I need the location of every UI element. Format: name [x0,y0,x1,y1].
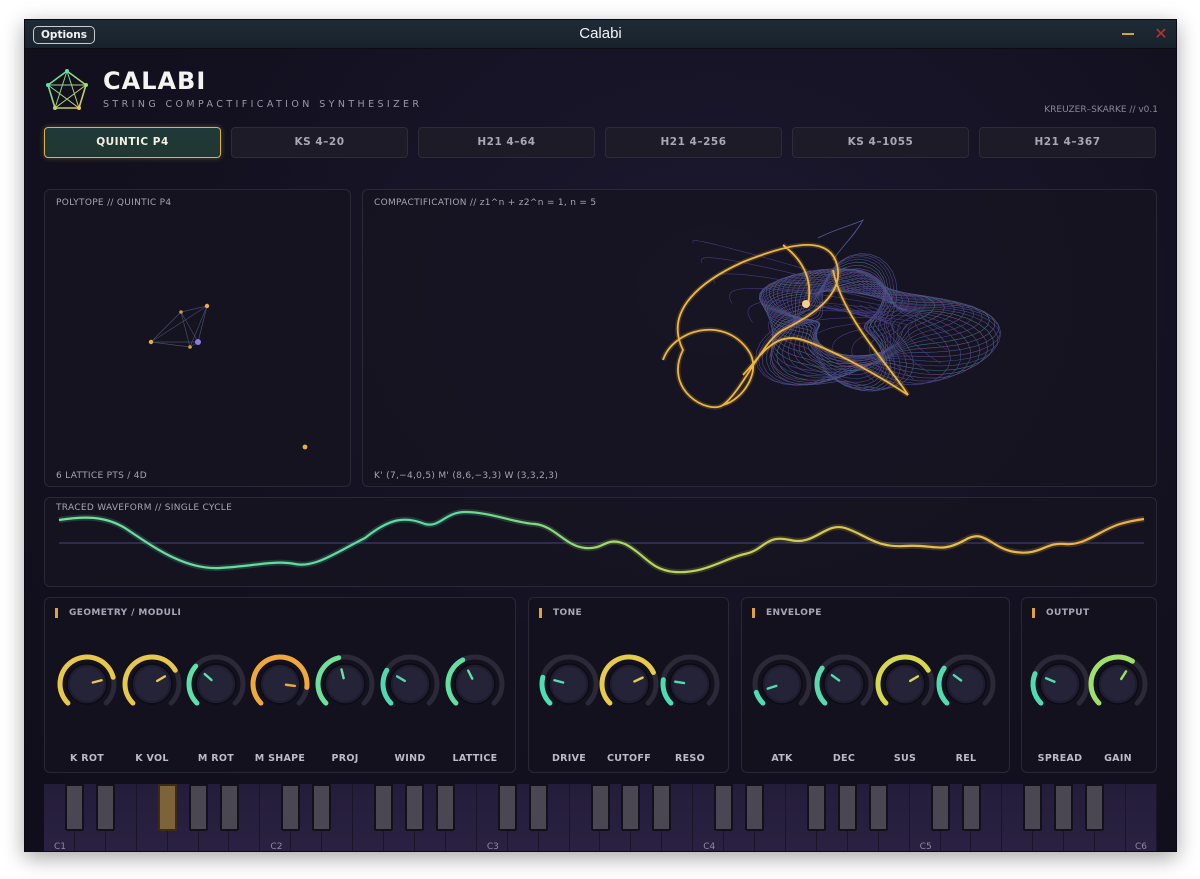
brand-subtitle: STRING COMPACTIFICATION SYNTHESIZER [103,99,423,110]
preset-h21-4-256[interactable]: H21 4–256 [605,127,782,158]
brand-name: CALABI [103,67,207,95]
black-key[interactable] [652,784,672,831]
black-key[interactable] [157,784,177,831]
black-key[interactable] [868,784,888,831]
polytope-logo-icon [46,69,88,110]
black-key[interactable] [1054,784,1074,831]
black-key[interactable] [95,784,115,831]
knob-k-vol[interactable] [120,652,184,716]
knob-wind[interactable] [378,652,442,716]
black-key[interactable] [930,784,950,831]
black-key[interactable] [528,784,548,831]
knob-m-rot[interactable] [184,652,248,716]
knob-label: M SHAPE [254,753,306,764]
preset-ks-4-20[interactable]: KS 4–20 [231,127,408,158]
waveform-view [58,508,1145,576]
black-key[interactable] [590,784,610,831]
knob-reso[interactable] [658,652,722,716]
knob-label: GAIN [1104,753,1132,764]
waveform-panel: TRACED WAVEFORM // SINGLE CYCLE [44,497,1157,587]
black-key[interactable] [806,784,826,831]
knob-label: M ROT [197,753,235,764]
octave-label: C3 [486,842,499,852]
knob-drive[interactable] [537,652,601,716]
knob-label: DRIVE [551,753,587,764]
knob-label: SPREAD [1037,753,1083,764]
knob-cutoff[interactable] [597,652,661,716]
knob-label: DEC [832,753,856,764]
main-content: CALABI STRING COMPACTIFICATION SYNTHESIZ… [25,49,1176,852]
preset-h21-4-367[interactable]: H21 4–367 [979,127,1156,158]
black-key[interactable] [64,784,84,831]
knob-atk[interactable] [750,652,814,716]
black-key[interactable] [219,784,239,831]
window-title: Calabi [579,25,622,42]
preset-quintic-p4[interactable]: QUINTIC P4 [44,127,221,158]
black-key[interactable] [621,784,641,831]
knob-label: ATK [771,753,793,764]
knob-dec[interactable] [812,652,876,716]
section-title: OUTPUT [1032,608,1090,618]
octave-label: C1 [54,842,67,852]
preset-ks-4-1055[interactable]: KS 4–1055 [792,127,969,158]
black-key[interactable] [312,784,332,831]
knob-k-rot[interactable] [55,652,119,716]
preset-h21-4-64[interactable]: H21 4–64 [418,127,595,158]
close-icon[interactable]: ✕ [1153,24,1169,44]
knob-label: LATTICE [452,753,498,764]
compactification-footer: K' (7,−4,0,5) M' (8,6,−3,3) W (3,3,2,3) [374,471,559,481]
black-key[interactable] [188,784,208,831]
knob-label: RESO [675,753,705,764]
knob-gain[interactable] [1086,652,1150,716]
knob-proj[interactable] [313,652,377,716]
knob-m-shape[interactable] [248,652,312,716]
polytope-view[interactable] [45,190,352,488]
octave-label: C2 [270,842,283,852]
section-title: ENVELOPE [752,608,822,618]
knob-label: CUTOFF [606,753,652,764]
black-key[interactable] [714,784,734,831]
black-key[interactable] [837,784,857,831]
section-title: TONE [539,608,582,618]
title-bar: Options Calabi ✕ [25,20,1176,49]
calabi-yau-manifold-view[interactable] [363,190,1158,488]
octave-label: C6 [1135,842,1148,852]
black-key[interactable] [961,784,981,831]
polytope-panel[interactable]: POLYTOPE // QUINTIC P4 6 LATTICE PTS / 4… [44,189,351,487]
app-window: Options Calabi ✕ CALABI STRING COMPACTIF… [24,19,1177,852]
octave-label: C5 [919,842,932,852]
version-label: KREUZER–SKARKE // v0.1 [1044,105,1158,115]
output-section: OUTPUT SPREAD GAIN [1021,597,1157,773]
piano-keyboard[interactable]: C1 C2 C3 C4 C5 C6 [44,784,1157,852]
black-key[interactable] [1085,784,1105,831]
black-key[interactable] [745,784,765,831]
octave-label: C4 [703,842,716,852]
knob-label: K VOL [135,753,169,764]
knob-label: WIND [394,753,426,764]
knob-sus[interactable] [873,652,937,716]
knob-label: REL [955,753,977,764]
knob-label: K ROT [69,753,105,764]
polytope-footer: 6 LATTICE PTS / 4D [56,471,148,481]
black-key[interactable] [497,784,517,831]
black-key[interactable] [435,784,455,831]
black-key[interactable] [374,784,394,831]
black-key[interactable] [1023,784,1043,831]
tone-section: TONE DRIVE CUTOFF RESO [528,597,729,773]
envelope-section: ENVELOPE ATK DEC SUS REL [741,597,1010,773]
knob-label: PROJ [331,753,359,764]
geometry-moduli-section: GEOMETRY / MODULI K ROT K VOL M ROT M SH… [44,597,516,773]
knob-label: SUS [893,753,917,764]
minimize-icon[interactable] [1122,33,1134,35]
knob-rel[interactable] [934,652,998,716]
compactification-panel[interactable]: COMPACTIFICATION // z1^n + z2^n = 1, n =… [362,189,1157,487]
section-title: GEOMETRY / MODULI [55,608,181,618]
knob-lattice[interactable] [443,652,507,716]
black-key[interactable] [281,784,301,831]
black-key[interactable] [405,784,424,831]
knob-spread[interactable] [1028,652,1092,716]
